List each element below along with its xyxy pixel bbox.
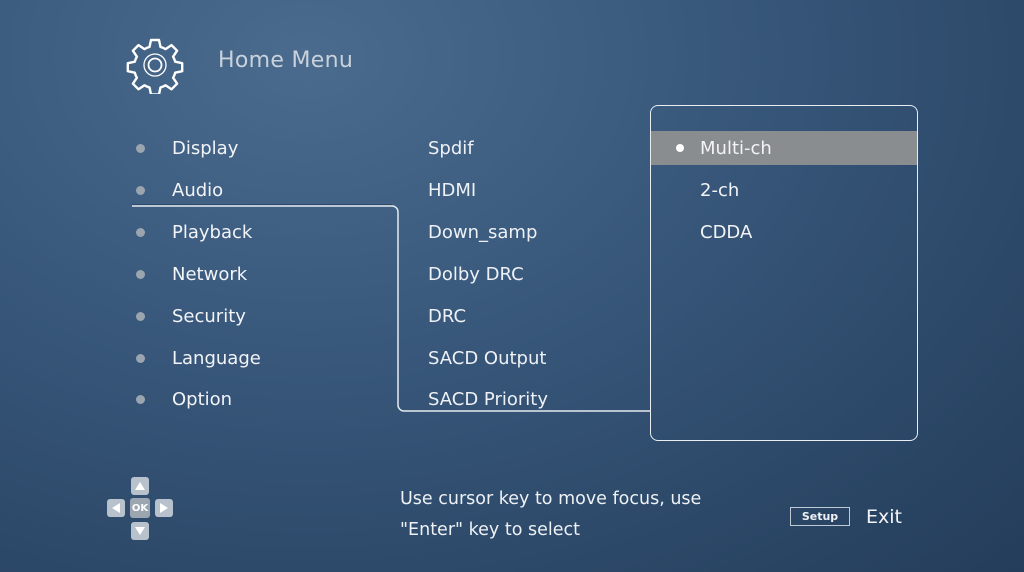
submenu-item-dolby-drc[interactable]: Dolby DRC bbox=[428, 259, 524, 289]
option-2-ch[interactable]: 2-ch bbox=[651, 173, 917, 207]
arrow-right-icon bbox=[155, 499, 173, 517]
bullet-icon bbox=[136, 353, 145, 363]
option-multi-ch[interactable]: Multi-ch bbox=[651, 131, 917, 165]
bullet-icon bbox=[136, 394, 145, 404]
exit-label: Exit bbox=[866, 506, 902, 528]
dpad-icon: OK bbox=[106, 477, 174, 541]
menu-item-language[interactable]: Language bbox=[134, 343, 261, 373]
bullet-icon bbox=[136, 269, 145, 279]
menu-item-audio[interactable]: Audio bbox=[134, 175, 223, 205]
menu-item-option[interactable]: Option bbox=[134, 384, 232, 414]
page-title: Home Menu bbox=[218, 48, 354, 73]
help-text: Use cursor key to move focus, use "Enter… bbox=[400, 489, 702, 540]
setup-key-badge[interactable]: Setup bbox=[790, 507, 850, 526]
gear-icon bbox=[126, 38, 184, 94]
arrow-up-icon bbox=[131, 477, 149, 495]
menu-item-playback[interactable]: Playback bbox=[134, 217, 252, 247]
submenu-item-sacd-priority[interactable]: SACD Priority bbox=[428, 384, 548, 414]
option-cdda[interactable]: CDDA bbox=[651, 215, 917, 249]
bullet-icon bbox=[136, 143, 145, 153]
arrow-down-icon bbox=[131, 522, 149, 540]
bullet-icon bbox=[136, 185, 145, 195]
bullet-icon bbox=[136, 227, 145, 237]
submenu-item-drc[interactable]: DRC bbox=[428, 301, 466, 331]
selected-bullet-icon bbox=[676, 144, 684, 152]
menu-item-security[interactable]: Security bbox=[134, 301, 246, 331]
submenu-item-hdmi[interactable]: HDMI bbox=[428, 175, 476, 205]
arrow-left-icon bbox=[107, 499, 125, 517]
menu-item-display[interactable]: Display bbox=[134, 133, 238, 163]
ok-key-icon: OK bbox=[130, 498, 150, 518]
bullet-icon bbox=[136, 311, 145, 321]
menu-item-network[interactable]: Network bbox=[134, 259, 247, 289]
submenu-item-sacd-output[interactable]: SACD Output bbox=[428, 343, 546, 373]
submenu-item-spdif[interactable]: Spdif bbox=[428, 133, 474, 163]
submenu-item-down-samp[interactable]: Down_samp bbox=[428, 217, 537, 247]
